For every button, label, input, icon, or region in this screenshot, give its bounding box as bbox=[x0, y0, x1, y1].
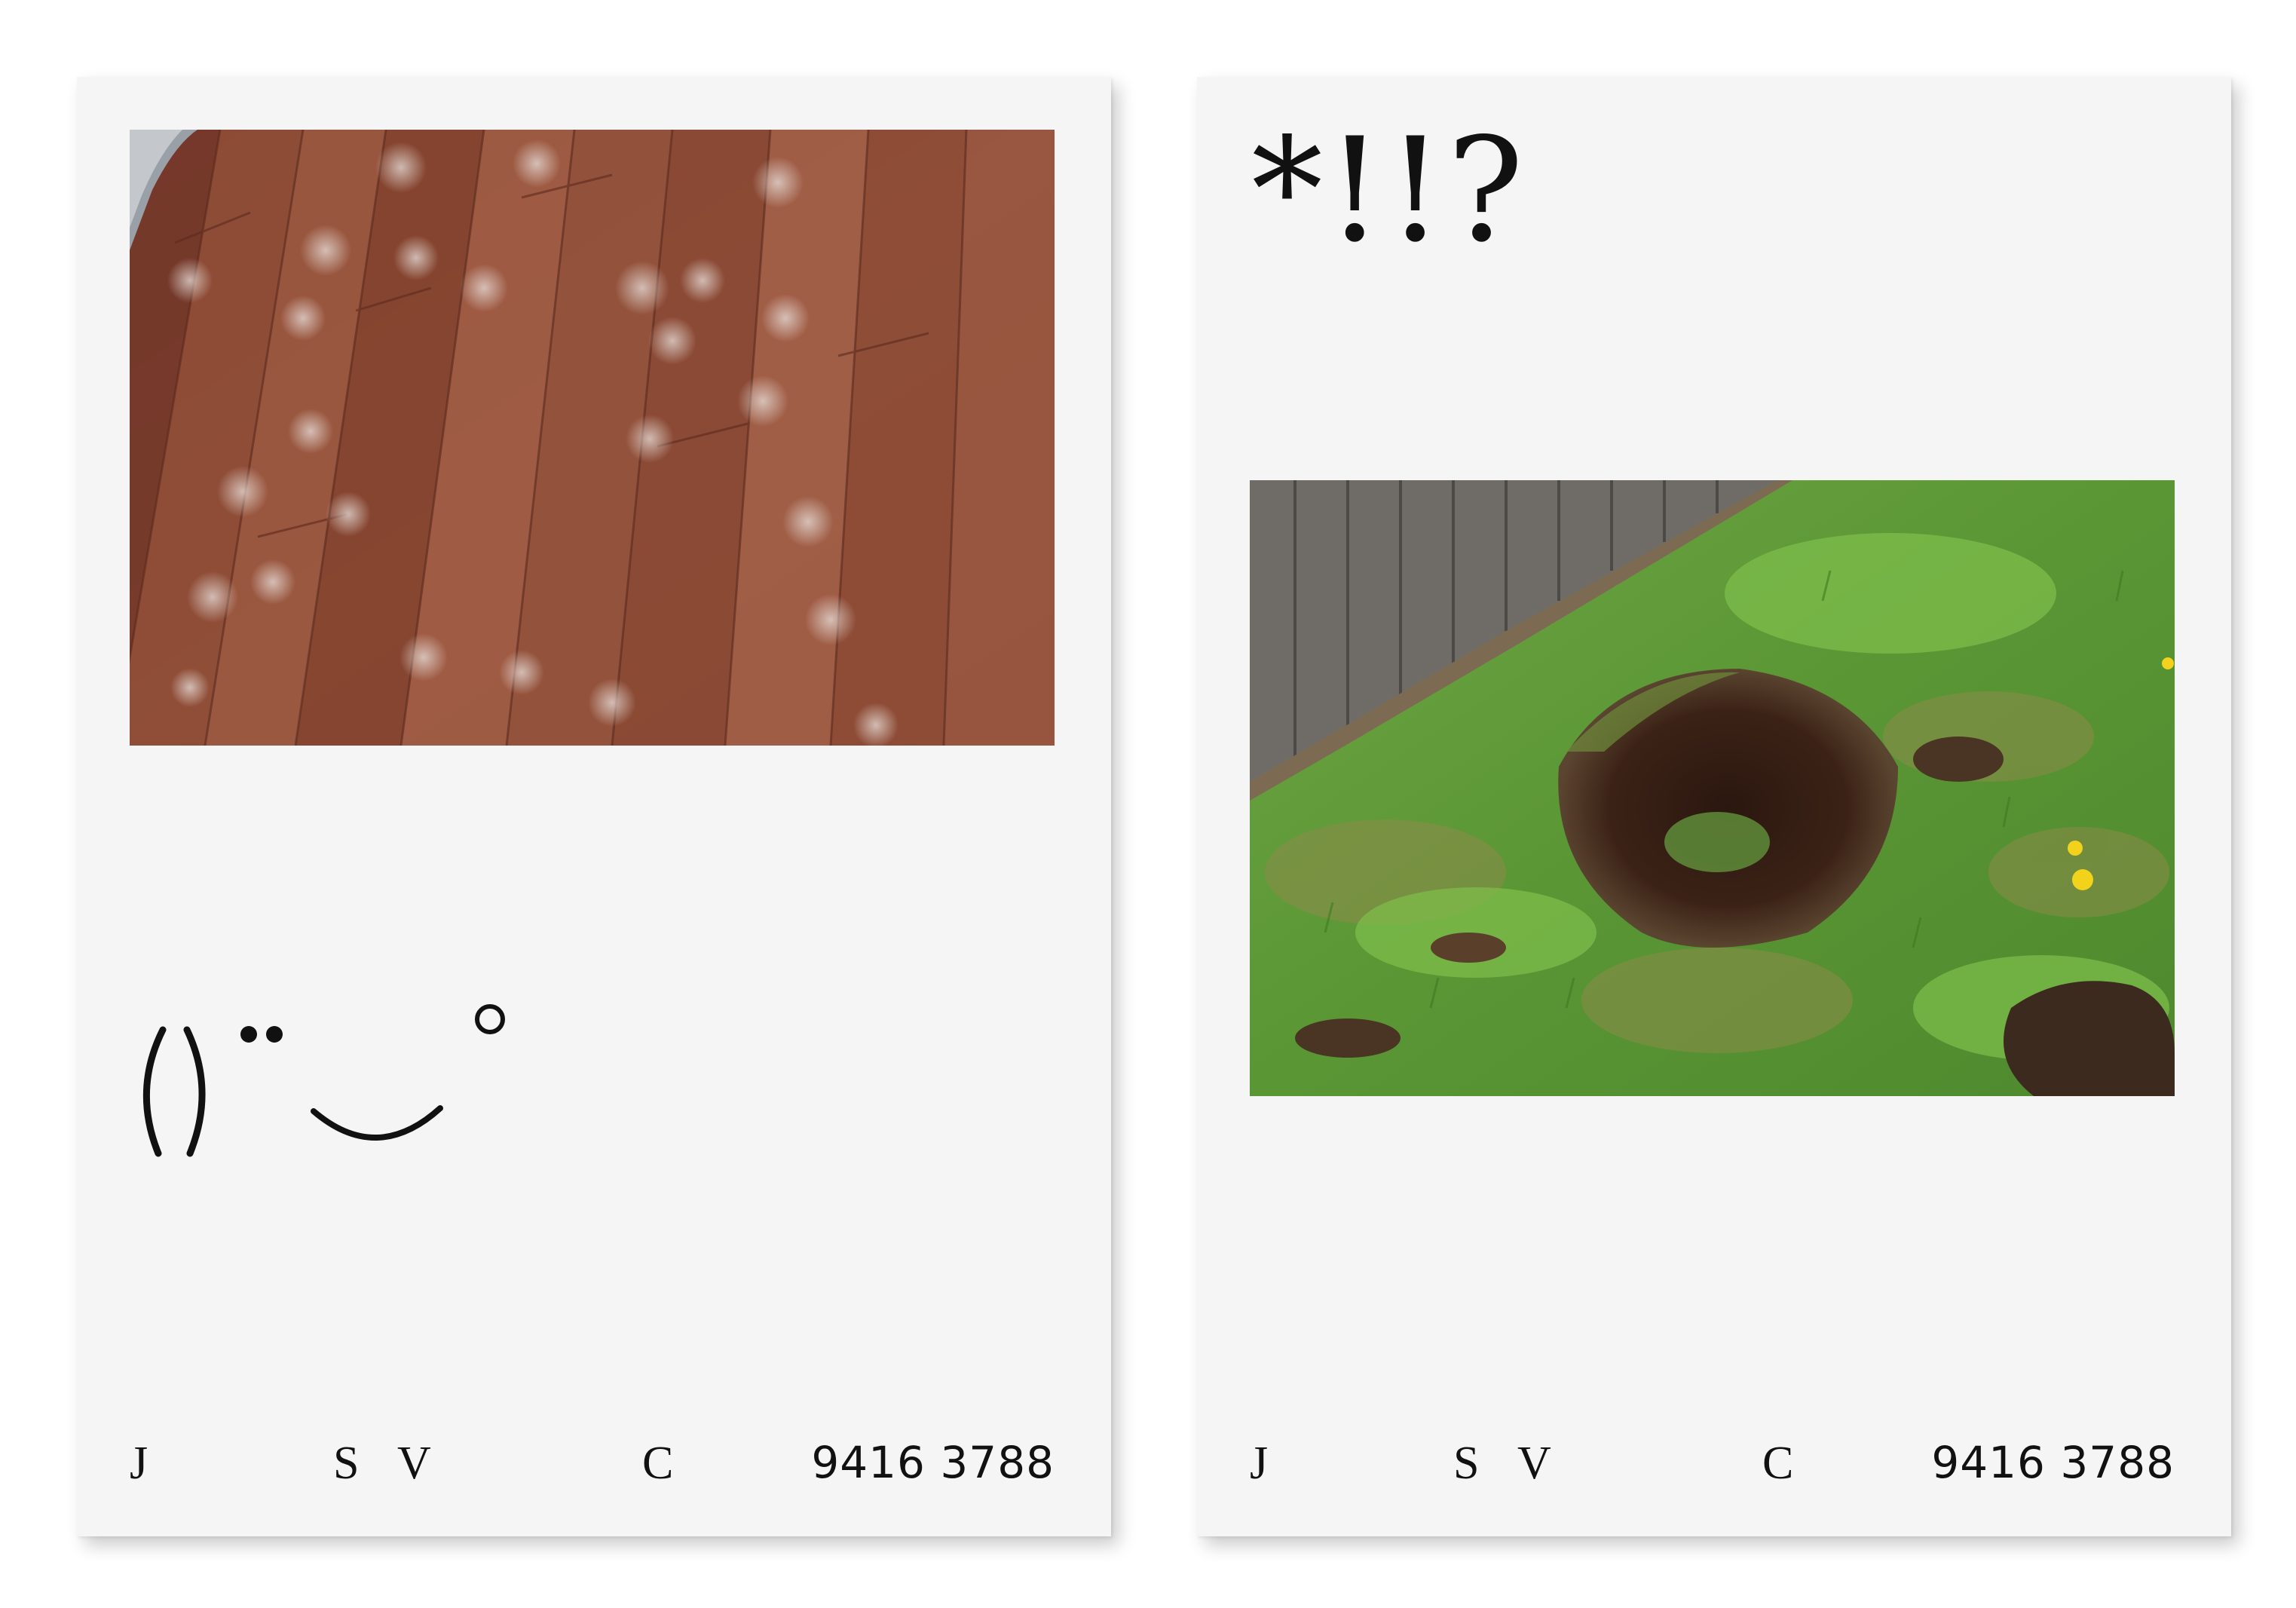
degree-circle bbox=[475, 1004, 505, 1034]
lawn-hole-illustration bbox=[1250, 480, 2175, 1096]
footer-letter-s: S bbox=[333, 1438, 360, 1489]
footer-letter-v: V bbox=[397, 1438, 431, 1489]
floor-pawprints-photo bbox=[130, 130, 1055, 746]
footer-letter-c: C bbox=[642, 1438, 674, 1489]
right-eye-dot bbox=[266, 1026, 283, 1043]
left-card-footer: J S V C 9416 3788 bbox=[130, 1434, 1055, 1494]
footer-letter-v: V bbox=[1517, 1438, 1551, 1489]
footer-letter-c: C bbox=[1762, 1438, 1794, 1489]
right-paren bbox=[183, 1026, 206, 1157]
left-eye-dot bbox=[240, 1026, 257, 1043]
lawn-hole-photo bbox=[1250, 480, 2175, 1096]
footer-letter-s: S bbox=[1453, 1438, 1480, 1489]
floor-pawprints-illustration bbox=[130, 130, 1055, 746]
smile-curve bbox=[311, 1105, 443, 1141]
emoticon-glyphs: ()••‿° bbox=[142, 1004, 505, 1157]
footer-phone-number: 9416 3788 bbox=[811, 1437, 1055, 1488]
footer-letter-j: J bbox=[130, 1438, 148, 1489]
left-paren bbox=[142, 1026, 167, 1157]
exclamation-glyphs: *!!? bbox=[1251, 107, 1527, 274]
footer-phone-number: 9416 3788 bbox=[1931, 1437, 2175, 1488]
right-card: *!!? J S V C 9416 3788 bbox=[1197, 77, 2231, 1536]
right-card-footer: J S V C 9416 3788 bbox=[1250, 1434, 2175, 1494]
footer-letter-j: J bbox=[1250, 1438, 1269, 1489]
left-card: ()••‿° J S V C 9416 3788 bbox=[77, 77, 1111, 1536]
